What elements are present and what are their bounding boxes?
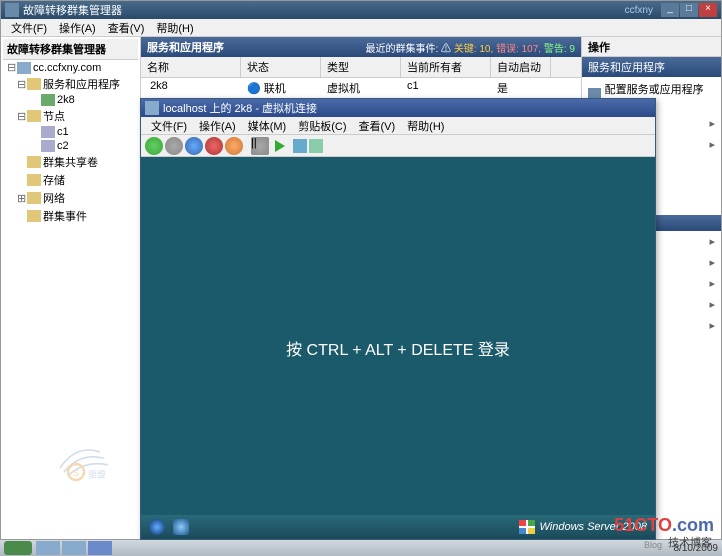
center-title: 服务和应用程序 — [147, 39, 224, 55]
grid-row[interactable]: 2k8 🔵 联机 虚拟机 c1 是 — [141, 78, 581, 98]
vm-icon — [145, 101, 159, 115]
center-header: 服务和应用程序 最近的群集事件: ⚠ 关键: 10, 错误: 107, 警告: … — [141, 37, 581, 57]
turnoff-button[interactable] — [185, 137, 203, 155]
tree-events[interactable]: 群集事件 — [3, 207, 138, 225]
main-menubar: 文件(F) 操作(A) 查看(V) 帮助(H) — [1, 19, 721, 37]
tree-csv[interactable]: 群集共享卷 — [3, 153, 138, 171]
minimize-button[interactable]: _ — [661, 3, 679, 17]
ctrl-alt-del-button[interactable] — [145, 137, 163, 155]
vm-menu-file[interactable]: 文件(F) — [145, 118, 193, 134]
tree-header: 故障转移群集管理器 — [3, 39, 138, 60]
warning-count[interactable]: 警告: 9 — [544, 44, 575, 55]
error-count[interactable]: 错误: 107, — [496, 44, 541, 55]
tree-network[interactable]: ⊞网络 — [3, 189, 138, 207]
col-owner[interactable]: 当前所有者 — [401, 57, 491, 77]
critical-count[interactable]: 关键: 10, — [454, 44, 493, 55]
start-button[interactable] — [165, 137, 183, 155]
login-prompt: 按 CTRL + ALT + DELETE 登录 — [286, 336, 510, 360]
vm-menu-help[interactable]: 帮助(H) — [401, 118, 450, 134]
maximize-button[interactable]: □ — [680, 3, 698, 17]
vm-menu-media[interactable]: 媒体(M) — [242, 118, 293, 134]
vm-connection-window: localhost 上的 2k8 - 虚拟机连接 文件(F) 操作(A) 媒体(… — [140, 98, 656, 540]
events-label: 最近的群集事件: — [365, 44, 438, 55]
col-status[interactable]: 状态 — [241, 57, 321, 77]
vm-menubar: 文件(F) 操作(A) 媒体(M) 剪贴板(C) 查看(V) 帮助(H) — [141, 117, 655, 135]
start-button-host[interactable] — [4, 541, 32, 555]
main-titlebar: 故障转移群集管理器 ccfxny _ □ × — [1, 1, 721, 19]
windows-flag-icon — [519, 520, 535, 534]
tree-cluster-root[interactable]: ⊟cc.ccfxny.com — [3, 60, 138, 75]
revert-button[interactable] — [309, 139, 323, 153]
vm-menu-action[interactable]: 操作(A) — [193, 118, 242, 134]
reset-button[interactable] — [275, 140, 285, 152]
vm-screen[interactable]: 按 CTRL + ALT + DELETE 登录 Windows Server … — [141, 157, 655, 539]
watermark-tech-blog: 技术博客 — [668, 534, 712, 550]
tree-node-c2[interactable]: c2 — [3, 139, 138, 153]
user-label: ccfxny — [625, 5, 653, 16]
tree-nodes[interactable]: ⊟节点 — [3, 107, 138, 125]
pause-button[interactable]: || — [251, 137, 269, 155]
language-icon[interactable] — [173, 519, 189, 535]
tree-storage[interactable]: 存储 — [3, 171, 138, 189]
app-icon — [5, 3, 19, 17]
taskbar-item3[interactable] — [88, 541, 112, 555]
tree-vm-2k8[interactable]: 2k8 — [3, 93, 138, 107]
vm-title-text: localhost 上的 2k8 - 虚拟机连接 — [163, 100, 317, 116]
grid-header: 名称 状态 类型 当前所有者 自动启动 — [141, 57, 581, 78]
col-auto[interactable]: 自动启动 — [491, 57, 551, 77]
vm-titlebar[interactable]: localhost 上的 2k8 - 虚拟机连接 — [141, 99, 655, 117]
col-type[interactable]: 类型 — [321, 57, 401, 77]
tree-node-c1[interactable]: c1 — [3, 125, 138, 139]
guest-taskbar: Windows Server 2008 — [141, 515, 655, 539]
menu-file[interactable]: 文件(F) — [5, 20, 53, 36]
taskbar-item2[interactable] — [62, 541, 86, 555]
actions-subheader: 服务和应用程序 — [582, 57, 721, 77]
close-button[interactable]: × — [699, 3, 717, 17]
col-name[interactable]: 名称 — [141, 57, 241, 77]
save-button[interactable] — [225, 137, 243, 155]
watermark-51cto: 51CTO.com — [614, 515, 714, 536]
actions-header: 操作 — [582, 37, 721, 57]
window-title: 故障转移群集管理器 — [23, 2, 625, 18]
tree-panel: 故障转移群集管理器 ⊟cc.ccfxny.com ⊟服务和应用程序 2k8 ⊟节… — [1, 37, 141, 539]
menu-help[interactable]: 帮助(H) — [150, 20, 199, 36]
vm-menu-clipboard[interactable]: 剪贴板(C) — [292, 118, 352, 134]
menu-action[interactable]: 操作(A) — [53, 20, 102, 36]
snapshot-button[interactable] — [293, 139, 307, 153]
watermark-blog-small: Blog — [644, 540, 662, 550]
vm-toolbar: || — [141, 135, 655, 157]
tree-services[interactable]: ⊟服务和应用程序 — [3, 75, 138, 93]
vm-menu-view[interactable]: 查看(V) — [353, 118, 402, 134]
ease-of-access-icon[interactable] — [149, 519, 165, 535]
taskbar-item1[interactable] — [36, 541, 60, 555]
host-taskbar: 8/10/2009 — [0, 540, 722, 556]
shutdown-button[interactable] — [205, 137, 223, 155]
menu-view[interactable]: 查看(V) — [102, 20, 151, 36]
